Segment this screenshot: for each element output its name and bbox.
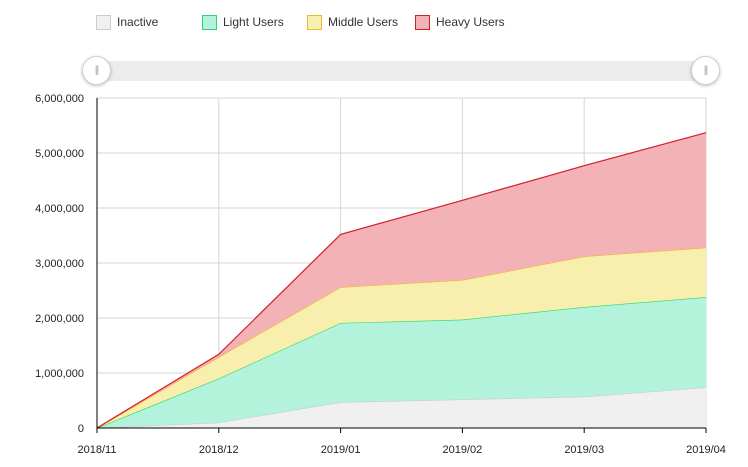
y-tick-label: 5,000,000	[35, 148, 84, 160]
y-tick-label: 6,000,000	[35, 93, 84, 105]
y-tick-label: 4,000,000	[35, 203, 84, 215]
y-tick-label: 1,000,000	[35, 368, 84, 380]
y-tick-label: 2,000,000	[35, 313, 84, 325]
y-tick-label: 3,000,000	[35, 258, 84, 270]
stacked-area-chart: 0 1,000,000 2,000,000 3,000,000 4,000,000 5,0…	[35, 93, 726, 456]
x-tick-label: 2019/04	[686, 444, 726, 456]
x-tick-label: 2019/03	[564, 444, 604, 456]
x-tick-label: 2019/01	[321, 444, 361, 456]
x-tick-label: 2018/12	[199, 444, 239, 456]
x-tick-label: 2019/02	[443, 444, 483, 456]
y-tick-label: 0	[78, 423, 84, 435]
x-tick-label: 2018/11	[78, 444, 117, 456]
